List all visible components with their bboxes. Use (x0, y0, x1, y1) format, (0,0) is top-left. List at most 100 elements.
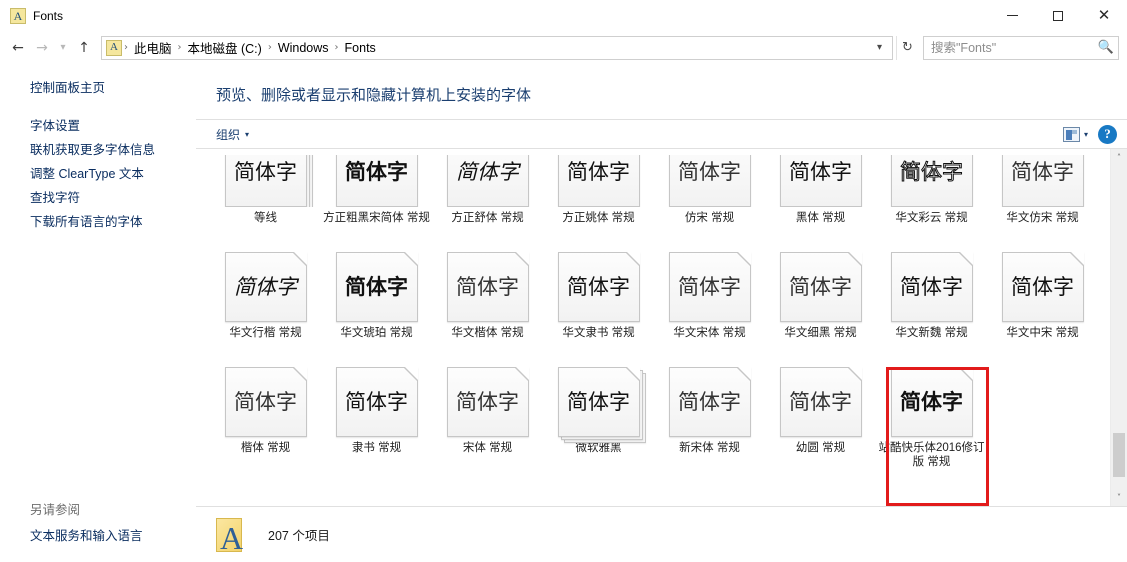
item-count-label: 207 个项目 (268, 529, 330, 543)
font-page-icon: 简体字 (557, 367, 640, 437)
font-tile[interactable]: 简体字 隶书 常规 (321, 347, 432, 469)
search-box[interactable]: 🔍 (923, 35, 1119, 60)
breadcrumb-item-local-disk[interactable]: 本地磁盘 (C:) (182, 38, 268, 57)
font-tile[interactable]: 简体字 等线 (210, 155, 321, 225)
scrollbar-thumb[interactable] (1113, 433, 1125, 477)
font-page-icon: 简体字 (557, 252, 640, 322)
sidebar: 控制面板主页 字体设置 联机获取更多字体信息 调整 ClearType 文本 查… (0, 64, 196, 562)
font-sample-text: 简体字 (345, 274, 408, 299)
scrollbar-track[interactable] (1111, 166, 1127, 489)
font-name-label: 方正姚体 常规 (562, 212, 635, 224)
minimize-button[interactable] (989, 0, 1035, 31)
font-sample-text: 简体字 (567, 389, 630, 414)
font-page-icon: 简体字 (779, 155, 862, 207)
chevron-down-icon: ˅ (1117, 493, 1121, 502)
font-preview: 简体字 (654, 155, 765, 207)
sidebar-item-get-more-fonts-online[interactable]: 联机获取更多字体信息 (0, 138, 196, 162)
font-tile[interactable]: 简体字 华文细黑 常规 (765, 232, 876, 340)
sidebar-item-find-a-character[interactable]: 查找字符 (0, 186, 196, 210)
font-tile[interactable]: 简体字 方正粗黑宋简体 常规 (321, 155, 432, 225)
font-preview: 简体字 (654, 347, 765, 437)
breadcrumb[interactable]: A › 此电脑 › 本地磁盘 (C:) › Windows › Fonts ▾ (101, 35, 893, 60)
font-name-label: 华文隶书 常规 (562, 327, 635, 339)
font-tile[interactable]: 简体字 仿宋 常规 (654, 155, 765, 225)
maximize-button[interactable] (1035, 0, 1081, 31)
font-preview: 简体字 (987, 155, 1098, 207)
font-page-icon: 简体字 (224, 367, 307, 437)
chevron-down-icon: ▾ (245, 129, 250, 139)
organize-button[interactable]: 组织 ▾ (212, 124, 253, 145)
font-tile[interactable]: 简体字 华文仿宋 常规 (987, 155, 1098, 225)
font-name-label: 华文彩云 常规 (895, 212, 968, 224)
font-page-icon: 简体字 (779, 252, 862, 322)
font-sample-text: 简体字 (1011, 274, 1074, 299)
search-icon[interactable]: 🔍 (1094, 40, 1118, 55)
address-bar: ← → ▾ ↑ A › 此电脑 › 本地磁盘 (C:) › Windows › … (0, 31, 1127, 64)
title-bar: A Fonts ✕ (0, 0, 1127, 31)
breadcrumb-item-windows[interactable]: Windows (272, 41, 335, 55)
font-tile[interactable]: 简体字华文隶书 常规 (543, 232, 654, 340)
font-tile[interactable]: 简体字 华文宋体 常规 (654, 232, 765, 340)
font-preview: 简体字 (765, 155, 876, 207)
font-preview: 简体字 (321, 155, 432, 207)
font-sample-text: 简体字 (789, 274, 852, 299)
recent-locations-button[interactable]: ▾ (54, 36, 72, 60)
font-tile[interactable]: 简体字 宋体 常规 (432, 347, 543, 469)
breadcrumb-item-this-pc[interactable]: 此电脑 (128, 38, 178, 57)
search-input[interactable] (924, 40, 1094, 55)
breadcrumb-item-fonts[interactable]: Fonts (339, 41, 382, 55)
sidebar-item-download-fonts-all-languages[interactable]: 下载所有语言的字体 (0, 210, 196, 234)
close-button[interactable]: ✕ (1081, 0, 1127, 31)
back-button[interactable]: ← (6, 36, 30, 60)
font-tile[interactable]: 简体字 华文新魏 常规 (876, 232, 987, 340)
font-tile[interactable]: 简体字 微软雅黑 (543, 347, 654, 469)
refresh-button[interactable]: ↻ (896, 35, 918, 60)
toolbar: 组织 ▾ ▾ ? (196, 119, 1127, 149)
grid-wrapper: 简体字 等线 简体字 方正粗黑宋简体 常规 简体字 方正舒体 常规 简体字 方正姚体 常规 简体… (196, 149, 1127, 506)
font-tile[interactable]: 简体字 楷体 常规 (210, 347, 321, 469)
font-preview: 简体字 (876, 347, 987, 437)
font-sample-text: 简体字 (345, 389, 408, 414)
help-button[interactable]: ? (1098, 124, 1117, 144)
font-tile[interactable]: 简体字 华文行楷 常规 (210, 232, 321, 340)
font-tile[interactable]: 简体字 华文中宋 常规 (987, 232, 1098, 340)
font-sample-text: 简体字 (234, 159, 297, 184)
sidebar-item-text-services-input-languages[interactable]: 文本服务和输入语言 (0, 524, 196, 548)
font-page-icon: 简体字 (668, 252, 751, 322)
view-chevron-down-icon[interactable]: ▾ (1084, 130, 1088, 139)
font-tile[interactable]: 简体字 站酷快乐体2016修订版 常规 (876, 347, 987, 469)
font-name-label: 新宋体 常规 (679, 442, 740, 454)
sidebar-footer: 另请参阅 文本服务和输入语言 (0, 496, 196, 562)
breadcrumb-fonts-icon: A (106, 39, 122, 56)
up-button[interactable]: ↑ (72, 36, 96, 60)
font-tile[interactable]: 简体字华文彩云 常规 (876, 155, 987, 225)
organize-label: 组织 (216, 127, 241, 142)
font-preview: 简体字 (987, 232, 1098, 322)
font-tile[interactable]: 简体字 方正姚体 常规 (543, 155, 654, 225)
forward-button[interactable]: → (30, 36, 54, 60)
font-page-icon: 简体字 (1001, 155, 1084, 207)
font-tile[interactable]: 简体字华文琥珀 常规 (321, 232, 432, 340)
change-view-icon[interactable] (1062, 126, 1080, 142)
font-name-label: 华文琥珀 常规 (340, 327, 413, 339)
font-preview: 简体字 (765, 347, 876, 437)
font-sample-text: 简体字 (1011, 159, 1074, 184)
font-tile[interactable]: 简体字 新宋体 常规 (654, 347, 765, 469)
font-tile[interactable]: 简体字 幼圆 常规 (765, 347, 876, 469)
font-page-icon: 简体字 (890, 155, 973, 207)
font-tile[interactable]: 简体字 黑体 常规 (765, 155, 876, 225)
chevron-up-icon: ˄ (1117, 153, 1121, 162)
scroll-up-button[interactable]: ˄ (1111, 149, 1127, 166)
breadcrumb-dropdown-icon[interactable]: ▾ (873, 42, 892, 53)
font-tile[interactable]: 简体字 方正舒体 常规 (432, 155, 543, 225)
window-body: 控制面板主页 字体设置 联机获取更多字体信息 调整 ClearType 文本 查… (0, 64, 1127, 562)
font-tile[interactable]: 简体字 华文楷体 常规 (432, 232, 543, 340)
scroll-down-button[interactable]: ˅ (1111, 489, 1127, 506)
sidebar-item-control-panel-home[interactable]: 控制面板主页 (0, 76, 196, 100)
sidebar-item-font-settings[interactable]: 字体设置 (0, 114, 196, 138)
font-preview: 简体字 (321, 347, 432, 437)
sidebar-item-adjust-cleartype-text[interactable]: 调整 ClearType 文本 (0, 162, 196, 186)
vertical-scrollbar[interactable]: ˄ ˅ (1110, 149, 1127, 506)
font-name-label: 仿宋 常规 (684, 212, 735, 224)
font-sample-text: 简体字 (900, 274, 963, 299)
